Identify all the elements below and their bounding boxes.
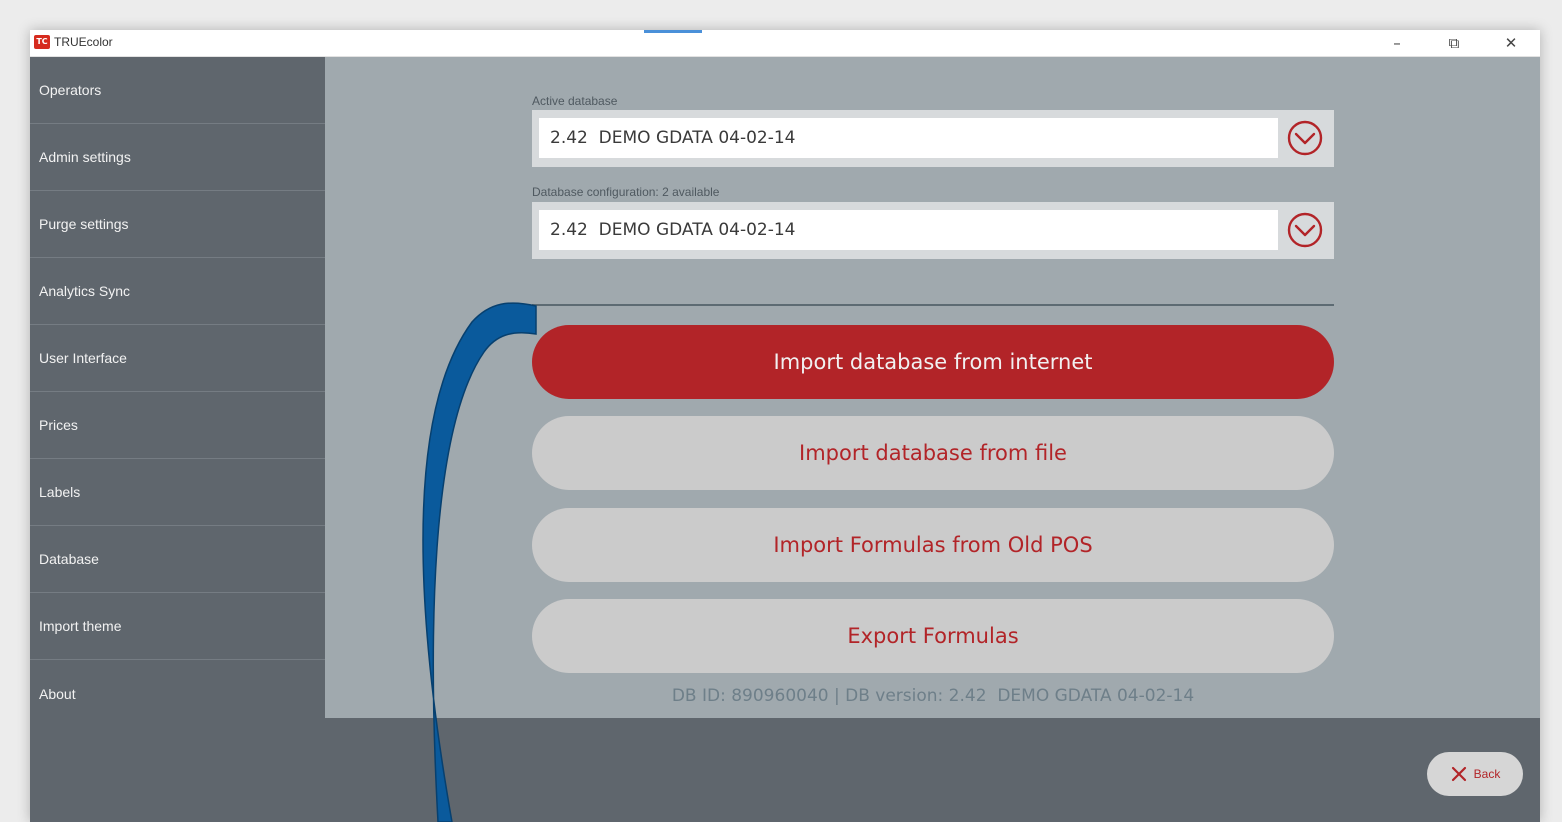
restore-button[interactable]: ⧉ — [1434, 32, 1474, 54]
back-label: Back — [1473, 767, 1501, 781]
sidebar-item-label: Database — [39, 551, 99, 567]
sidebar-item-analytics-sync[interactable]: Analytics Sync — [30, 258, 325, 325]
section-divider — [532, 304, 1334, 306]
sidebar-item-user-interface[interactable]: User Interface — [30, 325, 325, 392]
sidebar-item-purge-settings[interactable]: Purge settings — [30, 191, 325, 258]
active-database-label: Active database — [532, 94, 618, 108]
chevron-down-circle-icon[interactable] — [1287, 120, 1323, 156]
import-formulas-button[interactable]: Import Formulas from Old POS — [532, 508, 1334, 582]
sidebar-item-import-theme[interactable]: Import theme — [30, 593, 325, 660]
app-window: TC TRUEcolor – ⧉ ✕ Operators Admin setti… — [30, 30, 1540, 822]
sidebar-item-about[interactable]: About — [30, 660, 325, 727]
bottom-bar: Back — [30, 718, 1540, 822]
database-configuration-select[interactable]: 2.42 DEMO GDATA 04-02-14 — [532, 202, 1334, 259]
sidebar-item-database[interactable]: Database — [30, 526, 325, 593]
sidebar-item-label: Purge settings — [39, 216, 129, 232]
database-panel: Active database 2.42 DEMO GDATA 04-02-14… — [325, 57, 1540, 718]
title-bar: TC TRUEcolor – ⧉ ✕ — [30, 30, 1540, 57]
sidebar-item-label: Prices — [39, 417, 78, 433]
close-x-icon — [1451, 766, 1466, 782]
close-button[interactable]: ✕ — [1491, 32, 1531, 54]
db-info-text: DB ID: 890960040 | DB version: 2.42 DEMO… — [671, 686, 1195, 706]
active-database-select[interactable]: 2.42 DEMO GDATA 04-02-14 — [532, 110, 1334, 167]
back-button[interactable]: Back — [1427, 752, 1523, 796]
database-configuration-label: Database configuration: 2 available — [532, 185, 720, 199]
sidebar-item-admin-settings[interactable]: Admin settings — [30, 124, 325, 191]
sidebar-item-label: Analytics Sync — [39, 283, 131, 299]
app-title: TRUEcolor — [54, 35, 113, 49]
sidebar-item-label: Import theme — [39, 618, 122, 634]
title-tab-indicator — [644, 30, 702, 33]
sidebar: Operators Admin settings Purge settings … — [30, 57, 325, 718]
sidebar-item-label: Labels — [39, 484, 81, 500]
sidebar-item-prices[interactable]: Prices — [30, 392, 325, 459]
database-configuration-value: 2.42 DEMO GDATA 04-02-14 — [539, 210, 1278, 250]
sidebar-item-operators[interactable]: Operators — [30, 57, 325, 124]
sidebar-item-label: Admin settings — [39, 149, 131, 165]
minimize-button[interactable]: – — [1377, 32, 1417, 54]
chevron-down-circle-icon[interactable] — [1287, 212, 1323, 248]
sidebar-item-labels[interactable]: Labels — [30, 459, 325, 526]
sidebar-item-label: About — [39, 685, 76, 702]
import-database-internet-button[interactable]: Import database from internet — [532, 325, 1334, 399]
app-logo-icon: TC — [34, 35, 50, 49]
sidebar-item-label: Operators — [39, 82, 102, 98]
import-database-file-button[interactable]: Import database from file — [532, 416, 1334, 490]
active-database-value: 2.42 DEMO GDATA 04-02-14 — [539, 118, 1278, 158]
export-formulas-button[interactable]: Export Formulas — [532, 599, 1334, 673]
sidebar-item-label: User Interface — [39, 350, 127, 366]
